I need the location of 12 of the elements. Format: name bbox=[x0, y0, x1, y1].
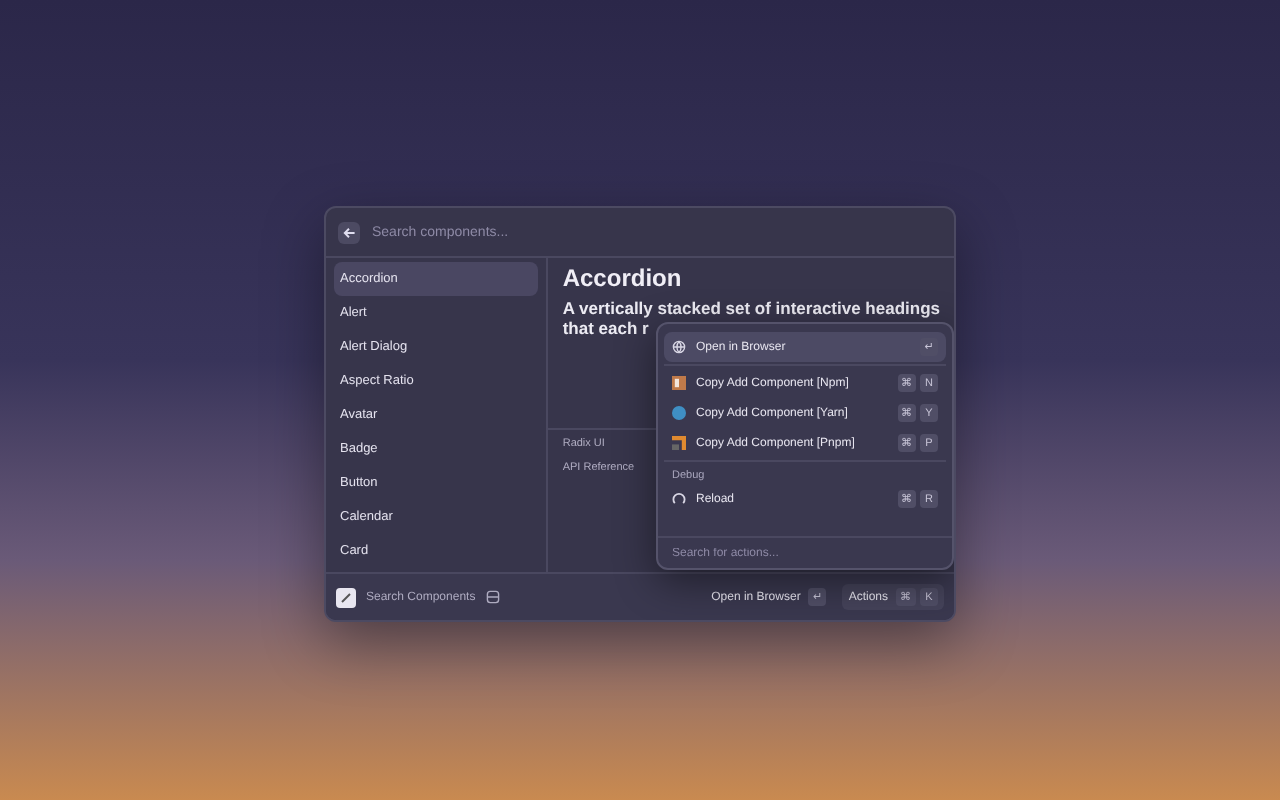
back-button[interactable] bbox=[338, 221, 360, 243]
back-arrow-icon bbox=[342, 225, 356, 239]
ball-icon bbox=[672, 406, 686, 420]
description-text: that each r bbox=[562, 318, 649, 338]
reload-icon bbox=[672, 492, 686, 506]
globe-icon bbox=[672, 340, 686, 354]
package-icon bbox=[672, 376, 686, 390]
detail-title: Accordion bbox=[562, 264, 682, 292]
app-icon bbox=[336, 587, 356, 607]
description-text: A vertically stacked set of interactive headings bbox=[562, 298, 940, 318]
blocks-icon bbox=[672, 436, 686, 450]
storage-icon bbox=[485, 590, 500, 604]
